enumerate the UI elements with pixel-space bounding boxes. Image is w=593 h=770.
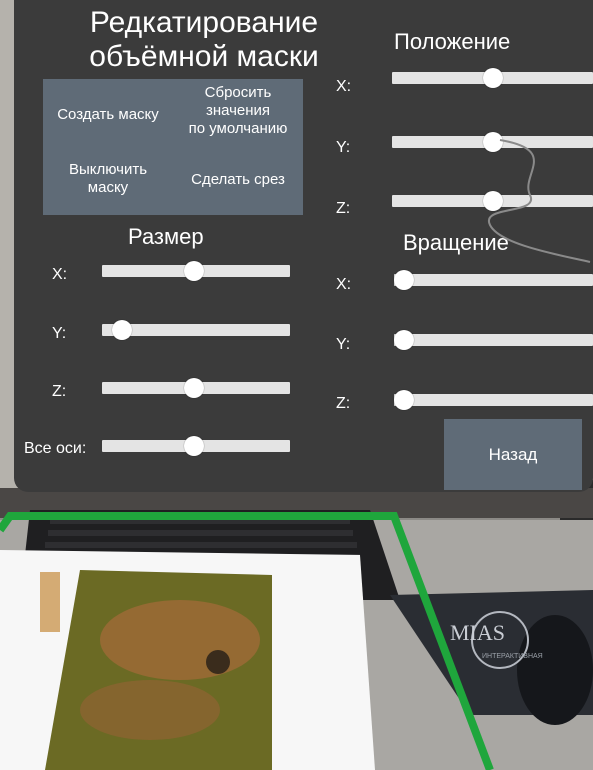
slider-thumb[interactable] (184, 378, 205, 398)
size-y-label: Y: (52, 325, 67, 342)
mias-logo-text: MIAS (450, 620, 505, 645)
mask-actions-panel: Создать маску Сбросить значения по умолч… (43, 79, 303, 215)
slider-thumb[interactable] (482, 68, 503, 88)
mask-editor-panel: Редкатирование объёмной маски Создать ма… (14, 0, 593, 492)
rotation-y-slider[interactable] (394, 330, 593, 350)
rotation-z-label: Z: (336, 395, 351, 412)
mias-logo-sub: ИНТЕРАКТИВНАЯ (482, 653, 543, 660)
size-all-label: Все оси: (24, 440, 87, 457)
disable-line1: Выключить (68, 161, 148, 178)
size-all-slider[interactable] (102, 436, 290, 456)
slider-thumb[interactable] (394, 270, 414, 290)
size-z-label: Z: (52, 383, 67, 400)
make-slice-button[interactable]: Сделать срез (178, 171, 298, 189)
create-mask-button[interactable]: Создать маску (48, 106, 168, 124)
reset-line3: по умолчанию (188, 120, 288, 137)
slider-thumb[interactable] (394, 390, 414, 410)
panel-title-line2: объёмной маски (89, 40, 319, 73)
slider-thumb[interactable] (482, 132, 503, 152)
slider-thumb[interactable] (184, 436, 205, 456)
size-x-slider[interactable] (102, 261, 290, 281)
position-z-label: Z: (336, 200, 351, 217)
size-y-slider[interactable] (102, 320, 290, 340)
reset-defaults-button[interactable]: Сбросить значения по умолчанию (178, 84, 298, 138)
rotation-x-label: X: (336, 276, 352, 293)
rotation-x-slider[interactable] (394, 270, 593, 290)
size-x-label: X: (52, 266, 68, 283)
position-y-slider[interactable] (392, 132, 593, 152)
position-y-label: Y: (336, 139, 351, 156)
slider-thumb[interactable] (112, 320, 133, 340)
rotation-y-label: Y: (336, 336, 351, 353)
back-button[interactable]: Назад (444, 419, 582, 490)
reset-line2: значения (205, 102, 271, 119)
slider-thumb[interactable] (482, 191, 503, 211)
disable-mask-button[interactable]: Выключить маску (48, 161, 168, 197)
rotation-z-slider[interactable] (394, 390, 593, 410)
disable-line2: маску (87, 179, 129, 196)
slider-thumb[interactable] (184, 261, 205, 281)
slider-thumb[interactable] (394, 330, 414, 350)
rotation-heading: Вращение (403, 230, 509, 255)
size-z-slider[interactable] (102, 378, 290, 398)
position-x-slider[interactable] (392, 68, 593, 88)
size-heading: Размер (128, 224, 204, 249)
reset-line1: Сбросить (204, 84, 272, 101)
position-heading: Положение (394, 29, 511, 54)
position-z-slider[interactable] (392, 191, 593, 211)
position-x-label: X: (336, 78, 352, 95)
panel-title-line1: Редкатирование (89, 6, 319, 39)
